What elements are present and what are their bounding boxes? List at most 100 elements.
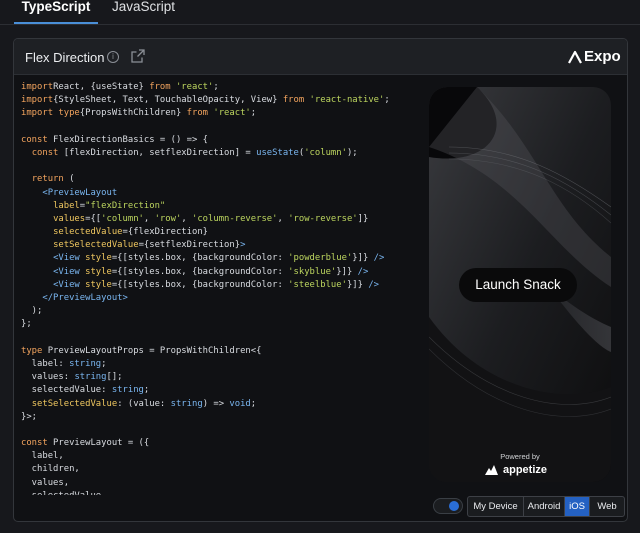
code-token: const xyxy=(21,438,48,449)
code-line: values, xyxy=(21,477,416,490)
code-token: string xyxy=(69,358,102,369)
code-line: return ( xyxy=(21,173,416,186)
language-tabs: TypeScript JavaScript xyxy=(0,0,640,25)
appetize-text: appetize xyxy=(503,464,548,476)
expo-logo[interactable]: Expo xyxy=(568,48,621,66)
platform-web-button[interactable]: Web xyxy=(590,497,624,516)
code-token: <View xyxy=(53,266,80,277)
code-token: }]} xyxy=(336,266,358,277)
tab-typescript[interactable]: TypeScript xyxy=(14,0,98,24)
code-token: ={[styles.box, {backgroundColor: xyxy=(111,253,289,264)
code-token: 'react' xyxy=(208,108,251,119)
code-token: from xyxy=(282,95,305,106)
code-token: <View xyxy=(53,279,80,290)
expo-brand-text: Expo xyxy=(584,48,621,65)
code-token: 'react-native' xyxy=(304,95,385,106)
code-token: ; xyxy=(213,82,219,92)
code-token: import xyxy=(21,108,54,119)
code-token: "flexDirection" xyxy=(85,200,166,211)
example-title: Flex Direction xyxy=(25,50,105,65)
code-token: PreviewLayoutProps = PropsWithChildren<{ xyxy=(42,345,262,356)
code-token: [flexDirection, setflexDirection] = xyxy=(58,147,257,158)
code-token: 'react' xyxy=(170,82,214,92)
code-line: selectedValue={flexDirection} xyxy=(21,226,416,239)
code-line: ); xyxy=(21,305,416,318)
code-token: ; xyxy=(250,398,257,409)
code-token: , xyxy=(143,213,155,224)
code-line: <PreviewLayout xyxy=(21,187,416,200)
code-token: style xyxy=(79,253,112,264)
platform-my-device-button[interactable]: My Device xyxy=(468,497,524,516)
appetize-logo[interactable]: appetize xyxy=(485,463,555,477)
code-line: }; xyxy=(21,318,416,331)
code-token: /> xyxy=(357,266,369,277)
code-token: , xyxy=(277,213,289,224)
platform-android-button[interactable]: Android xyxy=(524,497,565,516)
code-token: style xyxy=(79,266,112,277)
code-token: ; xyxy=(101,358,107,369)
code-token: </PreviewLayout> xyxy=(42,293,128,303)
launch-snack-button[interactable]: Launch Snack xyxy=(459,268,577,302)
code-token: ); xyxy=(346,147,358,158)
code-token: : (value: xyxy=(117,398,171,409)
code-token: string xyxy=(170,398,203,409)
code-token: void xyxy=(229,398,251,409)
code-token: ; xyxy=(143,385,150,396)
code-line: <View style={[styles.box, {backgroundCol… xyxy=(21,252,416,265)
code-token: {StyleSheet, Text, TouchableOpacity, Vie… xyxy=(53,95,283,106)
code-token: selectedValue: xyxy=(21,385,112,396)
code-token: values: xyxy=(21,372,75,383)
code-line: values: string[]; xyxy=(21,371,416,384)
code-token: ={flexDirection} xyxy=(122,227,209,238)
code-token: useState xyxy=(256,147,299,158)
code-line: children, xyxy=(21,463,416,476)
code-token: ={[styles.box, {backgroundColor: xyxy=(111,266,289,277)
code-token: <View xyxy=(53,253,80,264)
code-token: values, xyxy=(21,477,70,488)
code-token: return xyxy=(31,174,64,185)
code-token: []; xyxy=(106,372,123,383)
code-token: FlexDirectionBasics = () => { xyxy=(47,134,209,145)
code-line: const [flexDirection, setflexDirection] … xyxy=(21,147,416,160)
theme-toggle[interactable] xyxy=(433,498,463,514)
code-line: importReact, {useState} from 'react'; xyxy=(21,81,416,94)
code-line: <View style={[styles.box, {backgroundCol… xyxy=(21,266,416,279)
code-editor[interactable]: importReact, {useState} from 'react'; imp… xyxy=(21,81,416,495)
code-token: const xyxy=(31,147,59,158)
device-preview[interactable]: Launch Snack Powered by appetize xyxy=(429,87,611,482)
code-token: }]} xyxy=(346,279,369,290)
code-token: label, xyxy=(21,451,64,462)
code-line: const FlexDirectionBasics = () => { xyxy=(21,134,416,147)
code-token: type xyxy=(21,345,43,356)
code-token: label xyxy=(53,200,80,211)
code-token: selectedValue xyxy=(53,227,123,238)
code-line: selectedValue, xyxy=(21,490,416,495)
toggle-knob xyxy=(449,501,459,511)
code-token: ]} xyxy=(357,213,369,224)
code-token: from xyxy=(186,108,209,119)
platform-ios-button[interactable]: iOS xyxy=(565,497,590,516)
code-token: }]} xyxy=(352,253,374,264)
code-line: }>; xyxy=(21,411,416,424)
card-header: Flex Direction i Expo xyxy=(14,39,627,75)
code-token: React, {useState} xyxy=(53,82,150,92)
tab-javascript[interactable]: JavaScript xyxy=(112,0,175,22)
code-token: 'column' xyxy=(101,213,144,224)
code-token: , xyxy=(181,213,192,224)
code-line: import type{PropsWithChildren} from 'rea… xyxy=(21,107,416,120)
code-line: label: string; xyxy=(21,358,416,371)
info-icon[interactable]: i xyxy=(107,51,119,63)
external-link-icon[interactable] xyxy=(131,49,145,63)
code-token: style xyxy=(79,279,112,290)
